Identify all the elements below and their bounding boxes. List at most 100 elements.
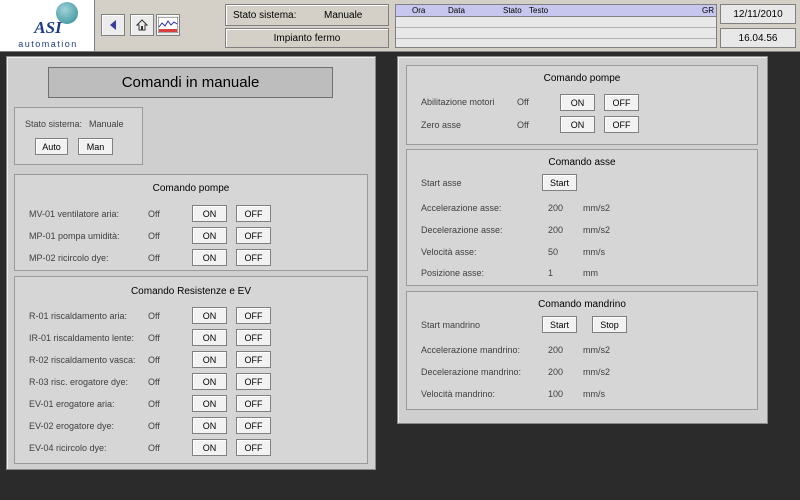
resistance-state: Off bbox=[148, 421, 160, 431]
spindle-param-value: 200 bbox=[548, 367, 564, 377]
system-status-label: Stato sistema: bbox=[233, 10, 297, 21]
resistance-row: EV-01 erogatore aria: Off ON OFF bbox=[15, 395, 367, 417]
start-axis-label: Start asse bbox=[421, 178, 462, 188]
alarm-list[interactable]: Ora Data Stato Testo GR bbox=[395, 4, 717, 48]
spindle-param-row: Velocità mandrino: 100 mm/s bbox=[407, 388, 757, 408]
alarm-col-data: Data bbox=[448, 6, 465, 15]
motor-state: Off bbox=[517, 97, 529, 107]
resistance-row: R-02 riscaldamento vasca: Off ON OFF bbox=[15, 351, 367, 373]
resistance-on-button[interactable]: ON bbox=[192, 417, 227, 434]
pumps-section-title: Comando pompe bbox=[152, 183, 230, 194]
resistance-row: R-01 riscaldamento aria: Off ON OFF bbox=[15, 307, 367, 329]
motor-state: Off bbox=[517, 120, 529, 130]
resistances-section: Comando Resistenze e EV R-01 riscaldamen… bbox=[14, 276, 368, 464]
pump-on-button[interactable]: ON bbox=[192, 249, 227, 266]
axis-section-title: Comando asse bbox=[548, 157, 616, 168]
auto-button[interactable]: Auto bbox=[35, 138, 68, 155]
motors-section: Comando pompe Abilitazione motori Off ON… bbox=[406, 65, 758, 145]
resistance-state: Off bbox=[148, 311, 160, 321]
alarm-row-divider bbox=[396, 27, 716, 28]
motor-label: Zero asse bbox=[421, 120, 462, 130]
spindle-param-label: Velocità mandrino: bbox=[421, 389, 496, 399]
spindle-param-label: Decelerazione mandrino: bbox=[421, 367, 522, 377]
axis-param-label: Velocità asse: bbox=[421, 247, 477, 257]
back-button[interactable] bbox=[101, 14, 125, 36]
axis-param-unit: mm/s2 bbox=[583, 225, 610, 235]
resistance-label: R-02 riscaldamento vasca: bbox=[29, 355, 136, 365]
resistance-state: Off bbox=[148, 443, 160, 453]
mode-selector: Stato sistema: Manuale Auto Man bbox=[14, 107, 143, 165]
axis-param-value: 50 bbox=[548, 247, 559, 257]
spindle-section: Comando mandrino Start mandrino Start St… bbox=[406, 291, 758, 410]
resistance-on-button[interactable]: ON bbox=[192, 351, 227, 368]
mode-status-label: Stato sistema: bbox=[25, 119, 83, 129]
spindle-section-title: Comando mandrino bbox=[538, 299, 626, 310]
start-spindle-label: Start mandrino bbox=[421, 320, 481, 330]
plant-status: Impianto fermo bbox=[225, 28, 389, 48]
resistance-label: EV-04 ricircolo dye: bbox=[29, 443, 107, 453]
pump-off-button[interactable]: OFF bbox=[236, 227, 271, 244]
company-logo: ASI automation bbox=[0, 0, 95, 51]
pump-label: MP-02 ricircolo dye: bbox=[29, 253, 109, 263]
motor-row: Abilitazione motori Off ON OFF bbox=[407, 93, 757, 115]
stop-spindle-button[interactable]: Stop bbox=[592, 316, 627, 333]
motor-enable-on-button[interactable]: ON bbox=[560, 94, 595, 111]
resistance-off-button[interactable]: OFF bbox=[236, 351, 271, 368]
home-button[interactable] bbox=[130, 14, 154, 36]
spindle-param-row: Accelerazione mandrino: 200 mm/s2 bbox=[407, 344, 757, 364]
resistance-state: Off bbox=[148, 355, 160, 365]
zero-axis-off-button[interactable]: OFF bbox=[604, 116, 639, 133]
pump-state: Off bbox=[148, 253, 160, 263]
pumps-section: Comando pompe MV-01 ventilatore aria: Of… bbox=[14, 174, 368, 271]
motor-enable-off-button[interactable]: OFF bbox=[604, 94, 639, 111]
trend-chart-icon bbox=[158, 17, 178, 33]
start-spindle-button[interactable]: Start bbox=[542, 316, 577, 333]
top-bar: ASI automation Stato sistema: Manuale Im… bbox=[0, 0, 800, 52]
pump-state: Off bbox=[148, 231, 160, 241]
zero-axis-on-button[interactable]: ON bbox=[560, 116, 595, 133]
resistance-label: R-03 risc. erogatore dye: bbox=[29, 377, 129, 387]
pump-on-button[interactable]: ON bbox=[192, 205, 227, 222]
resistance-off-button[interactable]: OFF bbox=[236, 417, 271, 434]
trend-button[interactable] bbox=[156, 14, 180, 36]
axis-param-unit: mm/s bbox=[583, 247, 605, 257]
resistance-on-button[interactable]: ON bbox=[192, 439, 227, 456]
resistance-row: R-03 risc. erogatore dye: Off ON OFF bbox=[15, 373, 367, 395]
pump-row: MP-02 ricircolo dye: Off ON OFF bbox=[15, 249, 367, 271]
resistance-off-button[interactable]: OFF bbox=[236, 439, 271, 456]
resistance-off-button[interactable]: OFF bbox=[236, 395, 271, 412]
resistance-label: EV-02 erogatore dye: bbox=[29, 421, 115, 431]
pump-off-button[interactable]: OFF bbox=[236, 249, 271, 266]
axis-section: Comando asse Start asse Start Accelerazi… bbox=[406, 149, 758, 286]
resistance-on-button[interactable]: ON bbox=[192, 329, 227, 346]
axis-param-row: Decelerazione asse: 200 mm/s2 bbox=[407, 224, 757, 244]
resistance-off-button[interactable]: OFF bbox=[236, 307, 271, 324]
axis-param-label: Posizione asse: bbox=[421, 268, 485, 278]
pump-row: MV-01 ventilatore aria: Off ON OFF bbox=[15, 205, 367, 227]
alarm-list-header: Ora Data Stato Testo GR bbox=[396, 5, 716, 17]
axis-param-value: 200 bbox=[548, 203, 564, 213]
axis-param-label: Decelerazione asse: bbox=[421, 225, 503, 235]
system-status-box: Stato sistema: Manuale bbox=[225, 4, 389, 26]
page-title: Comandi in manuale bbox=[48, 67, 333, 98]
resistance-off-button[interactable]: OFF bbox=[236, 373, 271, 390]
pump-on-button[interactable]: ON bbox=[192, 227, 227, 244]
alarm-col-testo: Testo bbox=[529, 6, 549, 15]
resistance-state: Off bbox=[148, 377, 160, 387]
resistance-on-button[interactable]: ON bbox=[192, 373, 227, 390]
resistance-row: IR-01 riscaldamento lente: Off ON OFF bbox=[15, 329, 367, 351]
current-time: 16.04.56 bbox=[720, 28, 796, 48]
axis-param-value: 200 bbox=[548, 225, 564, 235]
start-axis-button[interactable]: Start bbox=[542, 174, 577, 191]
spindle-param-row: Decelerazione mandrino: 200 mm/s2 bbox=[407, 366, 757, 386]
resistance-off-button[interactable]: OFF bbox=[236, 329, 271, 346]
spindle-param-unit: mm/s bbox=[583, 389, 605, 399]
resistance-label: R-01 riscaldamento aria: bbox=[29, 311, 128, 321]
axis-param-value: 1 bbox=[548, 268, 554, 278]
logo-name: ASI bbox=[34, 18, 62, 37]
pump-off-button[interactable]: OFF bbox=[236, 205, 271, 222]
axis-param-unit: mm/s2 bbox=[583, 203, 610, 213]
resistance-on-button[interactable]: ON bbox=[192, 395, 227, 412]
resistance-on-button[interactable]: ON bbox=[192, 307, 227, 324]
man-button[interactable]: Man bbox=[78, 138, 113, 155]
